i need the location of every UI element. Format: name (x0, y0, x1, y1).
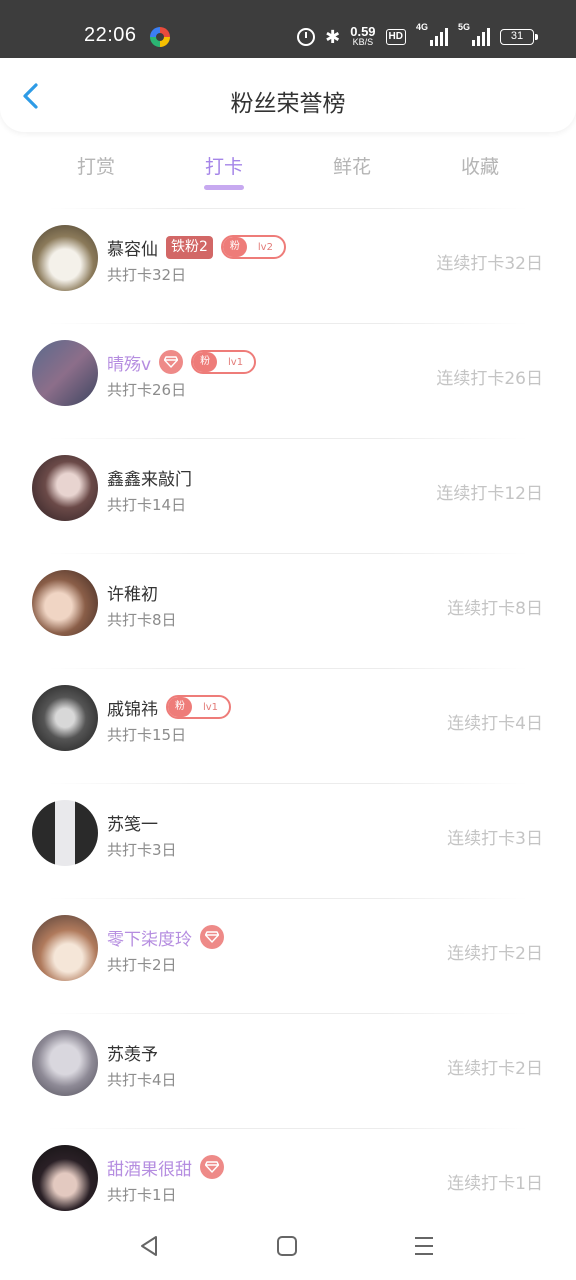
signal-4g-icon: 4G (416, 22, 448, 46)
status-time: 22:06 (84, 24, 137, 46)
list-item[interactable]: 零下柒度玲 共打卡2日 连续打卡2日 (0, 898, 576, 1013)
triangle-back-icon (141, 1236, 157, 1256)
diamond-vip-icon (200, 925, 224, 949)
hd-icon: HD (385, 29, 406, 45)
level-label: lv1 (228, 356, 244, 368)
header: 粉丝荣誉榜 (0, 58, 576, 132)
user-name[interactable]: 晴殇v (107, 350, 151, 375)
total-checkin: 共打卡14日 (107, 496, 187, 514)
alarm-icon (297, 28, 316, 46)
streak-checkin: 连续打卡8日 (447, 599, 543, 619)
list-item[interactable]: 苏笺一 共打卡3日 连续打卡3日 (0, 783, 576, 898)
tab-reward[interactable]: 打赏 (32, 140, 160, 198)
list-item[interactable]: 晴殇v 粉 lv1 共打卡26日 连续打卡26日 (0, 323, 576, 438)
user-name[interactable]: 慕容仙 (107, 235, 158, 260)
streak-checkin: 连续打卡32日 (436, 254, 543, 274)
avatar[interactable] (32, 455, 98, 521)
fan-label: 粉 (193, 352, 218, 372)
fan-level-badge: 粉 lv1 (166, 695, 231, 719)
avatar[interactable] (32, 225, 98, 291)
signal-4g-label: 4G (416, 22, 429, 32)
fan-list: 慕容仙 铁粉2 粉 lv2 共打卡32日 连续打卡32日 晴殇v 粉 lv1 共… (0, 208, 576, 1243)
user-name[interactable]: 鑫鑫来敲门 (107, 465, 192, 490)
tab-favorites[interactable]: 收藏 (416, 140, 544, 198)
battery-icon: 31 (500, 29, 538, 45)
signal-5g-label: 5G (458, 22, 471, 32)
user-name[interactable]: 零下柒度玲 (107, 925, 192, 950)
total-checkin: 共打卡3日 (107, 841, 177, 859)
avatar[interactable] (32, 800, 98, 866)
system-nav-bar (0, 1212, 576, 1280)
net-speed-value: 0.59 (350, 24, 376, 39)
streak-checkin: 连续打卡4日 (447, 714, 543, 734)
streak-checkin: 连续打卡3日 (447, 829, 543, 849)
level-label: lv1 (202, 701, 219, 713)
user-name[interactable]: 戚锦祎 (107, 695, 158, 720)
fan-level-badge: 粉 lv2 (220, 235, 286, 259)
streak-checkin: 连续打卡1日 (447, 1174, 543, 1194)
signal-5g-icon: 5G (458, 22, 490, 46)
total-checkin: 共打卡4日 (107, 1071, 177, 1089)
square-home-icon (277, 1236, 297, 1256)
total-checkin: 共打卡32日 (107, 266, 187, 284)
total-checkin: 共打卡2日 (107, 956, 177, 974)
total-checkin: 共打卡1日 (107, 1186, 177, 1204)
list-item[interactable]: 戚锦祎 粉 lv1 共打卡15日 连续打卡4日 (0, 668, 576, 783)
user-name[interactable]: 苏笺一 (107, 810, 158, 835)
fan-label: 粉 (222, 237, 247, 257)
avatar[interactable] (32, 685, 98, 751)
bluetooth-icon: ✱ (325, 27, 341, 47)
avatar[interactable] (32, 1030, 98, 1096)
user-name[interactable]: 许稚初 (107, 580, 158, 605)
fan-label: 粉 (168, 697, 192, 717)
list-item[interactable]: 慕容仙 铁粉2 粉 lv2 共打卡32日 连续打卡32日 (0, 208, 576, 323)
streak-checkin: 连续打卡2日 (447, 1059, 543, 1079)
diamond-vip-icon (200, 1155, 224, 1179)
level-label: lv2 (257, 241, 273, 253)
total-checkin: 共打卡26日 (107, 381, 187, 399)
hamburger-menu-icon (415, 1237, 433, 1255)
list-item[interactable]: 鑫鑫来敲门 共打卡14日 连续打卡12日 (0, 438, 576, 553)
user-name[interactable]: 甜酒果很甜 (107, 1155, 192, 1180)
streak-checkin: 连续打卡12日 (436, 484, 543, 504)
list-item[interactable]: 苏羡予 共打卡4日 连续打卡2日 (0, 1013, 576, 1128)
page-title: 粉丝荣誉榜 (230, 91, 346, 117)
tab-checkin[interactable]: 打卡 (160, 140, 288, 198)
nav-menu-button[interactable] (410, 1232, 438, 1260)
fan-level-badge: 粉 lv1 (191, 350, 257, 374)
app-notification-icon (150, 27, 170, 47)
avatar[interactable] (32, 340, 98, 406)
net-speed: 0.59 KB/S (350, 24, 376, 47)
total-checkin: 共打卡8日 (107, 611, 177, 629)
nav-back-button[interactable] (136, 1232, 164, 1260)
avatar[interactable] (32, 915, 98, 981)
diamond-vip-icon (159, 350, 184, 374)
user-name[interactable]: 苏羡予 (107, 1040, 158, 1065)
avatar[interactable] (32, 570, 98, 636)
iron-fan-badge: 铁粉2 (166, 235, 213, 259)
streak-checkin: 连续打卡2日 (447, 944, 543, 964)
tab-flowers[interactable]: 鲜花 (288, 140, 416, 198)
net-speed-unit: KB/S (352, 37, 374, 47)
status-bar: 22:06 ✱ 0.59 KB/S HD 4G 5G 31 (0, 0, 576, 58)
nav-home-button[interactable] (273, 1232, 301, 1260)
status-icons: ✱ 0.59 KB/S HD 4G 5G 31 (297, 22, 538, 50)
list-item[interactable]: 许稚初 共打卡8日 连续打卡8日 (0, 553, 576, 668)
streak-checkin: 连续打卡26日 (436, 369, 543, 389)
avatar[interactable] (32, 1145, 98, 1211)
tab-bar: 打赏 打卡 鲜花 收藏 (32, 140, 544, 198)
total-checkin: 共打卡15日 (107, 726, 187, 744)
